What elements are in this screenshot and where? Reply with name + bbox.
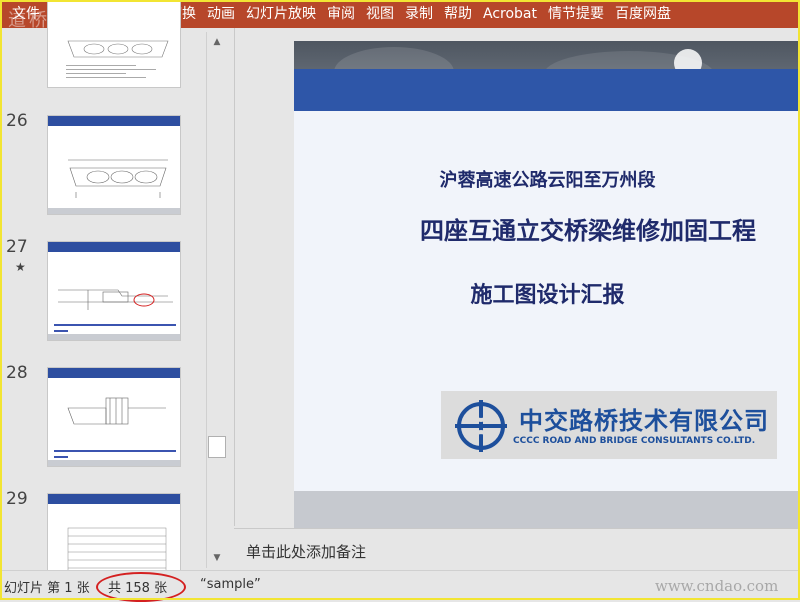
red-highlight-ring [96, 572, 186, 602]
slide-subtitle[interactable]: 沪蓉高速公路云阳至万州段 [294, 166, 800, 192]
tab-storyboard[interactable]: 情节提要 [548, 0, 604, 28]
slide-number: 29 [6, 489, 28, 509]
star-icon: ★ [15, 260, 26, 274]
thumbnail-footer [48, 334, 180, 340]
scroll-up-arrow-icon[interactable]: ▲ [208, 34, 226, 50]
company-logo[interactable]: 中交路桥技术有限公司 CCCC ROAD AND BRIDGE CONSULTA… [441, 391, 777, 459]
scrollbar-thumb[interactable] [208, 436, 226, 458]
tab-view[interactable]: 视图 [366, 0, 394, 28]
tab-help[interactable]: 帮助 [444, 0, 472, 28]
thumbnail-footer [48, 208, 180, 214]
slide-editing-area: 沪蓉高速公路云阳至万州段 四座互通立交桥梁维修加固工程 施工图设计汇报 中交路桥… [234, 28, 800, 543]
thumbnail-drawing [54, 382, 180, 458]
theme-name: “sample” [200, 577, 261, 592]
tab-review[interactable]: 审阅 [327, 0, 355, 28]
cccc-logo-icon [455, 400, 507, 452]
slide-number: 27 [6, 237, 28, 257]
thumbnail-scrollbar[interactable]: ▲ ▼ [206, 32, 227, 568]
notes-placeholder[interactable]: 单击此处添加备注 [246, 541, 366, 562]
tab-animations[interactable]: 动画 [207, 0, 235, 28]
slide-number: 28 [6, 363, 28, 383]
thumbnail-drawing [68, 159, 168, 198]
slide-thumbnail-pane: 26 27 ★ 28 29 [0, 0, 232, 593]
tab-record[interactable]: 录制 [405, 0, 433, 28]
status-bar: 幻灯片 第 1 张 共 158 张 “sample” www.cndao.com [0, 570, 800, 602]
thumbnail-drawing [54, 289, 176, 332]
slide-title-line2[interactable]: 施工图设计汇报 [294, 277, 800, 309]
slide-title[interactable]: 四座互通立交桥梁维修加固工程 [420, 211, 800, 246]
current-slide[interactable]: 沪蓉高速公路云阳至万州段 四座互通立交桥梁维修加固工程 施工图设计汇报 中交路桥… [294, 41, 800, 543]
tab-acrobat[interactable]: Acrobat [483, 0, 537, 28]
scroll-down-arrow-icon[interactable]: ▼ [208, 550, 226, 566]
slide-thumbnail-28[interactable] [47, 367, 181, 467]
slide-indicator: 幻灯片 第 1 张 [4, 581, 90, 596]
slide-number: 26 [6, 111, 28, 131]
thumbnail-footer [48, 460, 180, 466]
slide-thumbnail-26[interactable] [47, 115, 181, 215]
company-name-en: CCCC ROAD AND BRIDGE CONSULTANTS CO.LTD. [513, 436, 756, 446]
tab-baidu-netdisk[interactable]: 百度网盘 [615, 0, 671, 28]
watermark-logo: 道桥网 [8, 10, 71, 31]
slide-thumbnail-27[interactable] [47, 241, 181, 341]
company-name-cn: 中交路桥技术有限公司 [519, 407, 769, 435]
notes-pane[interactable]: 单击此处添加备注 [234, 528, 800, 571]
tab-slideshow[interactable]: 幻灯片放映 [246, 0, 316, 28]
slide-blue-band [294, 69, 800, 111]
site-watermark: www.cndao.com [655, 577, 779, 595]
